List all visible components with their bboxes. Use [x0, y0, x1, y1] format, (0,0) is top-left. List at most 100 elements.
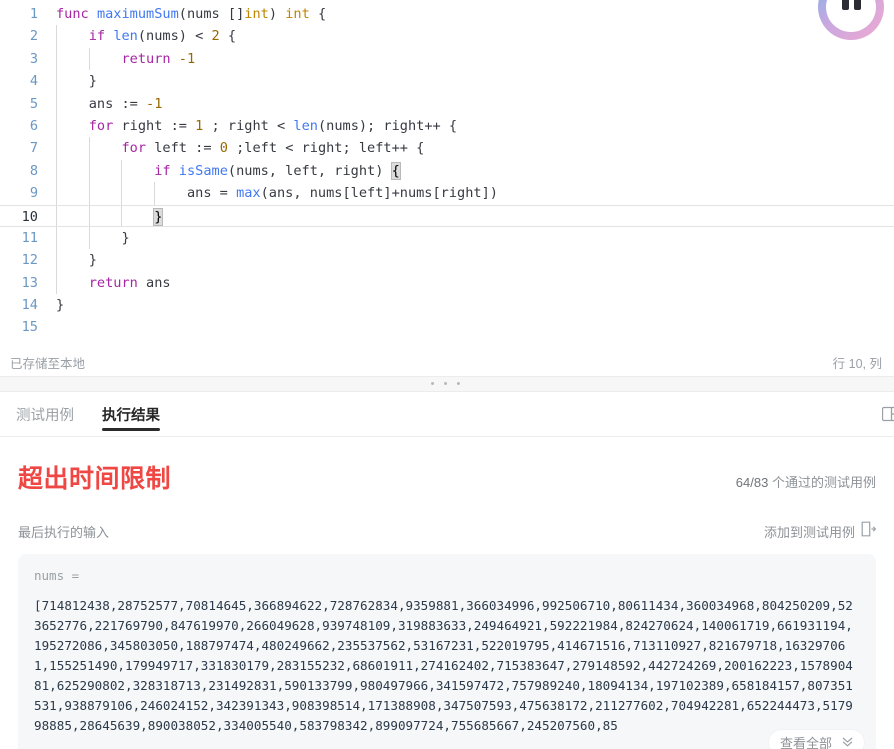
code-line-text: for right := 1 ; right < len(nums); righ… [47, 114, 894, 138]
code-token: isSame [178, 162, 228, 179]
code-token: } [56, 229, 130, 246]
execution-result-body: 超出时间限制 64/83 个通过的测试用例 最后执行的输入 添加到测试用例 nu… [0, 437, 894, 749]
code-line[interactable]: 2 if len(nums) < 2 { [0, 25, 894, 48]
code-token: ) [268, 6, 286, 22]
verdict-text: 超出时间限制 [18, 465, 172, 493]
code-line[interactable]: 15 [0, 316, 894, 338]
code-token: ans := [56, 95, 147, 112]
code-line[interactable]: 3 return -1 [0, 47, 894, 71]
indent-guide [56, 182, 57, 205]
indent-guide [88, 226, 90, 250]
indent-guide [88, 159, 90, 183]
code-token: 0 [219, 140, 228, 157]
code-token: ; right [203, 117, 278, 134]
code-line-text: } [47, 226, 894, 250]
line-number: 2 [29, 28, 38, 45]
code-token: (nums [] [178, 6, 245, 22]
result-tab-bar: 测试用例 执行结果 [0, 392, 894, 437]
panel-layout-icon[interactable] [881, 406, 894, 422]
code-line[interactable]: 4 } [0, 70, 894, 93]
code-line[interactable]: 14} [0, 294, 894, 316]
indent-guide [56, 47, 57, 71]
code-line[interactable]: 13 return ans [0, 271, 894, 295]
editor-status-bar: 已存储至本地 行 10, 列 [0, 349, 894, 376]
code-line-text: if isSame(nums, left, right) { [47, 159, 894, 183]
cursor-position-label: 行 10, 列 [832, 357, 882, 371]
indent-guide [88, 137, 90, 160]
code-token: 2 [211, 28, 220, 45]
verdict-row: 超出时间限制 64/83 个通过的测试用例 [18, 459, 876, 495]
last-input-label: 最后执行的输入 [18, 525, 110, 540]
add-to-testcase-icon[interactable] [861, 521, 877, 542]
code-token: } [56, 297, 65, 314]
code-token: int [285, 6, 310, 22]
code-token: (nums); right++ { [317, 117, 458, 134]
code-token: ans = [56, 185, 237, 202]
indent-guide [121, 205, 123, 226]
code-token: return [88, 274, 138, 291]
code-line[interactable]: 10 } [0, 204, 894, 227]
testcase-count: 64/83 个通过的测试用例 [736, 472, 876, 491]
code-token: { [390, 161, 401, 180]
code-token: } [56, 73, 97, 90]
code-token: func [56, 6, 89, 22]
tab-testcases[interactable]: 测试用例 [16, 392, 74, 437]
code-line-text: return ans [47, 271, 894, 295]
indent-guide [56, 205, 57, 226]
code-line[interactable]: 5 ans := -1 [0, 92, 894, 115]
line-number: 5 [29, 95, 38, 112]
code-line-text: if len(nums) < 2 { [47, 25, 894, 48]
code-token: ;left [227, 140, 286, 157]
panel-splitter-handle[interactable]: • • • [0, 376, 894, 392]
line-number: 10 [21, 208, 38, 225]
indent-guide [88, 47, 90, 71]
code-line[interactable]: 7 for left := 0 ;left < right; left++ { [0, 137, 894, 160]
line-number: 15 [21, 319, 38, 336]
code-token: return [121, 50, 171, 67]
indent-guide [154, 182, 156, 205]
line-number: 8 [29, 162, 38, 179]
code-line-text: ans = max(ans, nums[left]+nums[right]) [47, 182, 894, 205]
indent-guide [56, 25, 57, 48]
indent-guide [56, 271, 57, 295]
code-token: -1 [146, 95, 163, 112]
code-line[interactable]: 1 func maximumSum(nums []int) int { [0, 3, 894, 25]
tab-execution-result[interactable]: 执行结果 [102, 392, 160, 437]
indent-guide [88, 182, 90, 205]
code-token: } [153, 207, 164, 226]
code-line-text: for left := 0 ;left < right; left++ { [47, 137, 894, 160]
add-to-testcase-label: 添加到测试用例 [763, 525, 855, 540]
code-line-text [47, 316, 894, 338]
code-line[interactable]: 11 } [0, 226, 894, 250]
line-number: 12 [21, 252, 38, 269]
code-line-text: } [47, 70, 894, 93]
indent-guide [56, 70, 57, 93]
view-all-button[interactable]: 查看全部 [768, 730, 864, 749]
code-line-text: ans := -1 [47, 92, 894, 115]
code-token: (nums) [137, 28, 196, 45]
code-token: maximumSum [96, 6, 179, 22]
code-line[interactable]: 8 if isSame(nums, left, right) { [0, 159, 894, 183]
code-editor-panel[interactable]: 1 func maximumSum(nums []int) int {2 if l… [0, 0, 894, 349]
indent-guide [121, 159, 123, 183]
code-line[interactable]: 12 } [0, 249, 894, 272]
code-token: left := [146, 140, 220, 157]
avatar-inner-circle [826, 0, 876, 32]
code-token: len [113, 28, 138, 45]
code-token: { [219, 28, 237, 45]
add-to-testcase-button[interactable]: 添加到测试用例 [763, 521, 877, 542]
code-content[interactable]: 1 func maximumSum(nums []int) int {2 if l… [0, 0, 894, 339]
code-token: } [56, 252, 97, 269]
code-line[interactable]: 6 for right := 1 ; right < len(nums); ri… [0, 114, 894, 138]
passed-count: 64 [735, 475, 751, 490]
indent-guide [56, 137, 57, 160]
code-token: max [236, 185, 261, 202]
code-line[interactable]: 9 ans = max(ans, nums[left]+nums[right]) [0, 182, 894, 205]
